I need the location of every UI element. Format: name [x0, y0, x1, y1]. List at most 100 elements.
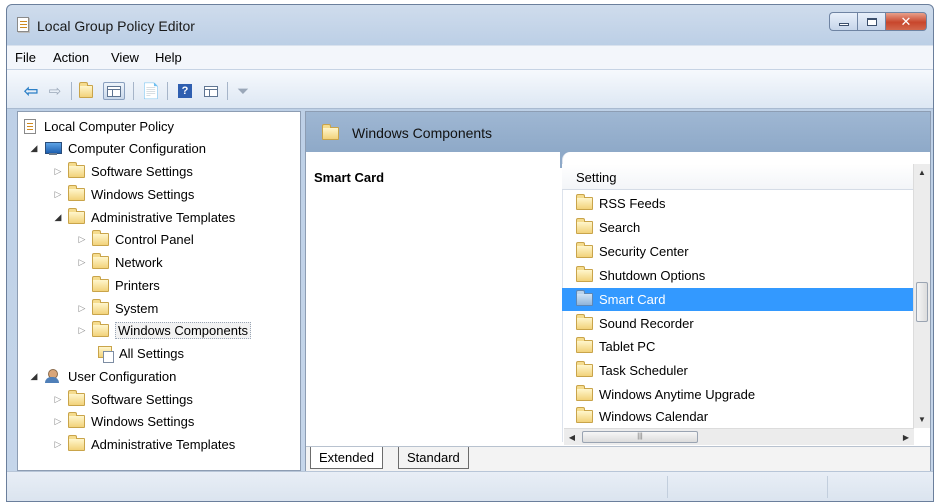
folder-icon [576, 194, 593, 210]
expand-arrow-icon[interactable]: ▷ [52, 416, 64, 427]
expand-arrow-icon[interactable]: ▷ [76, 303, 88, 314]
expand-arrow-icon[interactable]: ▷ [52, 166, 64, 177]
tree-item-user-configuration[interactable]: ◢ User Configuration [28, 366, 176, 387]
list-item[interactable]: Windows Calendar [562, 406, 914, 426]
scroll-up-icon[interactable]: ▲ [914, 164, 930, 181]
column-header-setting[interactable]: Setting [562, 164, 914, 190]
filter-icon[interactable]: ⏷ [233, 82, 253, 100]
up-folder-glyph [79, 81, 93, 98]
expand-arrow-icon[interactable]: ▷ [76, 234, 88, 245]
horizontal-scrollbar[interactable]: ◀ ||| ▶ [564, 428, 914, 445]
tree-item-local-computer-policy[interactable]: Local Computer Policy [24, 116, 174, 137]
tab-standard[interactable]: Standard [398, 447, 469, 469]
policy-document-icon [24, 119, 36, 134]
details-header: Windows Components [306, 112, 930, 152]
collapse-arrow-icon[interactable]: ◢ [28, 143, 40, 154]
scroll-left-icon[interactable]: ◀ [564, 429, 580, 445]
tree-item-label: Windows Components [115, 322, 252, 339]
export-list-icon[interactable]: 📄 [141, 82, 161, 100]
tree-item-all-settings[interactable]: All Settings [98, 343, 184, 364]
expand-arrow-icon[interactable]: ▷ [76, 257, 88, 268]
forward-arrow-icon[interactable]: ⇨ [45, 82, 65, 100]
toolbar-separator [133, 82, 134, 100]
tree-item-user-software-settings[interactable]: ▷ Software Settings [52, 389, 193, 410]
tree-item-user-administrative-templates[interactable]: ▷ Administrative Templates [52, 434, 235, 455]
properties-glyph [204, 85, 218, 97]
tree-item-user-windows-settings[interactable]: ▷ Windows Settings [52, 411, 194, 432]
tree-item-label: Printers [115, 278, 160, 293]
menu-help[interactable]: Help [155, 50, 182, 65]
list-item-label: Sound Recorder [599, 316, 694, 331]
list-item-label: RSS Feeds [599, 196, 666, 211]
scroll-down-icon[interactable]: ▼ [914, 411, 930, 428]
list-item[interactable]: Sound Recorder [562, 312, 914, 335]
collapse-arrow-icon[interactable]: ◢ [28, 371, 40, 382]
app-window: Local Group Policy Editor ✕ File Action … [6, 4, 934, 502]
tree-item-control-panel[interactable]: ▷ Control Panel [76, 229, 194, 250]
menu-file[interactable]: File [15, 50, 36, 65]
maximize-button[interactable] [857, 12, 885, 31]
tree-item-label: Administrative Templates [91, 210, 236, 225]
tree-item-system[interactable]: ▷ System [76, 298, 158, 319]
tree-item-network[interactable]: ▷ Network [76, 252, 163, 273]
expand-arrow-icon[interactable]: ▷ [52, 189, 64, 200]
scroll-right-icon[interactable]: ▶ [898, 429, 914, 445]
list-item[interactable]: Security Center [562, 240, 914, 263]
minimize-icon [838, 23, 849, 26]
description-title: Smart Card [314, 170, 385, 185]
list-item-label: Shutdown Options [599, 268, 706, 283]
expand-arrow-icon[interactable]: ▷ [76, 325, 88, 336]
menu-view[interactable]: View [111, 50, 139, 65]
properties-icon[interactable] [201, 82, 221, 100]
show-hide-tree-icon[interactable] [103, 82, 125, 100]
list-item-label: Windows Calendar [599, 408, 709, 424]
list-item[interactable]: Search [562, 216, 914, 239]
expand-arrow-icon[interactable]: ▷ [52, 394, 64, 405]
tree-item-label: Software Settings [91, 392, 193, 407]
list-item[interactable]: Windows Anytime Upgrade [562, 383, 914, 406]
list-item[interactable]: Tablet PC [562, 335, 914, 358]
folder-icon [576, 266, 593, 282]
list-item[interactable]: RSS Feeds [562, 192, 914, 215]
tree-item-computer-configuration[interactable]: ◢ Computer Configuration [28, 138, 207, 159]
expand-arrow-icon[interactable]: ▷ [52, 439, 64, 450]
policy-editor-icon [17, 17, 29, 32]
tree-item-windows-components[interactable]: ▷ Windows Components [76, 320, 252, 341]
tree-item-label: All Settings [119, 346, 185, 361]
back-arrow-icon[interactable]: ⇦ [21, 81, 41, 101]
folder-icon [322, 124, 339, 140]
folder-icon [576, 406, 593, 423]
help-icon[interactable]: ? [175, 82, 195, 100]
title-bar[interactable]: Local Group Policy Editor ✕ [7, 5, 933, 39]
window-controls: ✕ [829, 12, 927, 31]
list-item[interactable]: Shutdown Options [562, 264, 914, 287]
vertical-scrollbar[interactable]: ▲ ▼ [913, 164, 930, 428]
list-item-selected[interactable]: Smart Card [562, 288, 914, 311]
view-tabs: Extended Standard [306, 446, 930, 471]
tree-item-administrative-templates[interactable]: ◢ Administrative Templates [52, 207, 235, 228]
tree-item-software-settings[interactable]: ▷ Software Settings [52, 161, 193, 182]
folder-icon [92, 253, 109, 269]
minimize-button[interactable] [829, 12, 857, 31]
list-item-label: Task Scheduler [599, 363, 688, 378]
toolbar: ⇦ ⇨ 📄 ? ⏷ [7, 69, 933, 109]
close-button[interactable]: ✕ [885, 12, 927, 31]
list-item-label: Tablet PC [599, 339, 656, 354]
vertical-scroll-thumb[interactable] [916, 282, 928, 322]
horizontal-scroll-thumb[interactable]: ||| [582, 431, 698, 443]
tab-extended[interactable]: Extended [310, 447, 383, 469]
folder-icon [68, 185, 85, 201]
up-folder-icon[interactable] [79, 81, 99, 100]
tree-item-printers[interactable]: Printers [92, 275, 160, 296]
list-item[interactable]: Task Scheduler [562, 359, 914, 382]
tree-item-label: Software Settings [91, 164, 193, 179]
collapse-arrow-icon[interactable]: ◢ [52, 212, 64, 223]
folder-icon [576, 218, 593, 234]
help-glyph: ? [178, 84, 192, 98]
menu-action[interactable]: Action [53, 50, 89, 65]
folder-icon [92, 321, 109, 337]
computer-icon [44, 141, 62, 156]
tree-item-windows-settings[interactable]: ▷ Windows Settings [52, 184, 194, 205]
window-title: Local Group Policy Editor [37, 18, 195, 34]
tree-pane: Local Computer Policy ◢ Computer Configu… [17, 111, 301, 471]
